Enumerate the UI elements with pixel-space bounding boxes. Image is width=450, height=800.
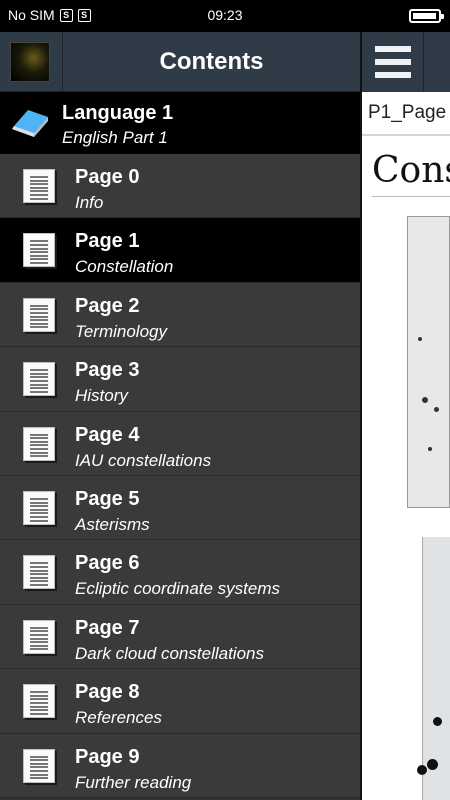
page-list-item[interactable]: Page 8 References	[0, 669, 360, 734]
page-item-subtitle: Ecliptic coordinate systems	[75, 579, 281, 599]
page-item-title: Page 9	[75, 745, 140, 768]
content-heading: Cons	[372, 150, 450, 191]
page-item-title: Page 8	[75, 681, 140, 704]
page-item-title: Page 3	[75, 359, 140, 382]
page-item-subtitle: IAU constellations	[75, 450, 212, 470]
content-toolbar	[362, 32, 450, 92]
page-item-subtitle: Dark cloud constellations	[75, 643, 264, 663]
document-icon	[23, 490, 55, 525]
page-item-subtitle: Asterisms	[75, 514, 150, 534]
document-icon	[23, 748, 55, 783]
status-bar: No SIM S S 09:23	[0, 0, 450, 32]
page-list: Page 0 Info Page 1 Constellation Page 2 Termi…	[0, 154, 360, 798]
document-icon	[23, 233, 55, 268]
document-icon	[23, 297, 55, 332]
page-list-item[interactable]: Page 1 Constellation	[0, 218, 360, 283]
page-item-subtitle: Further reading	[75, 772, 192, 792]
page-list-item[interactable]: Page 4 IAU constellations	[0, 411, 360, 476]
app-icon	[10, 42, 50, 82]
page-item-subtitle: History	[75, 386, 128, 406]
hamburger-menu-icon[interactable]	[362, 32, 424, 92]
page-item-title: Page 0	[75, 166, 140, 188]
language-item[interactable]: Language 1 English Part 1	[0, 92, 360, 154]
page-item-title: Page 4	[75, 423, 140, 446]
page-list-item[interactable]: Page 3 History	[0, 347, 360, 412]
page-list-item[interactable]: Page 5 Asterisms	[0, 475, 360, 541]
content-panel: P1_Page 0 Cons	[362, 32, 450, 800]
battery-level	[413, 13, 436, 19]
heading-divider	[372, 196, 450, 197]
page-item-title: Page 7	[75, 616, 140, 639]
book-icon	[12, 110, 48, 137]
page-item-title: Page 2	[75, 294, 140, 317]
document-icon	[23, 684, 55, 719]
page-item-title: Page 5	[75, 487, 140, 510]
document-icon	[23, 555, 55, 590]
language-subtitle: English Part 1	[62, 128, 168, 147]
page-list-item[interactable]: Page 7 Dark cloud constellations	[0, 604, 360, 670]
document-icon	[23, 169, 55, 203]
language-title: Language 1	[62, 102, 174, 124]
drawer-title: Contents	[159, 48, 264, 75]
battery-icon	[409, 9, 444, 23]
status-time: 09:23	[207, 7, 243, 23]
content-tab[interactable]: P1_Page 0	[362, 92, 450, 136]
page-item-title: Page 1	[75, 230, 140, 253]
navigation-drawer: Contents Language 1 English Part 1 Page …	[0, 32, 362, 800]
star-chart-image	[417, 537, 450, 800]
drawer-header: Contents	[0, 32, 360, 92]
page-list-item[interactable]: Page 0 Info	[0, 154, 360, 219]
page-item-subtitle: Constellation	[75, 257, 174, 277]
page-item-title: Page 6	[75, 552, 140, 575]
page-item-subtitle: Info	[75, 193, 104, 212]
document-icon	[23, 619, 55, 654]
page-list-item[interactable]: Page 2 Terminology	[0, 282, 360, 348]
page-list-item[interactable]: Page 6 Ecliptic coordinate systems	[0, 540, 360, 605]
document-icon	[23, 362, 55, 397]
page-list-item[interactable]: Page 9 Further reading	[0, 733, 360, 798]
document-icon	[23, 426, 55, 461]
page-item-subtitle: References	[75, 708, 162, 728]
page-item-subtitle: Terminology	[75, 321, 167, 341]
star-map-image	[407, 216, 450, 508]
